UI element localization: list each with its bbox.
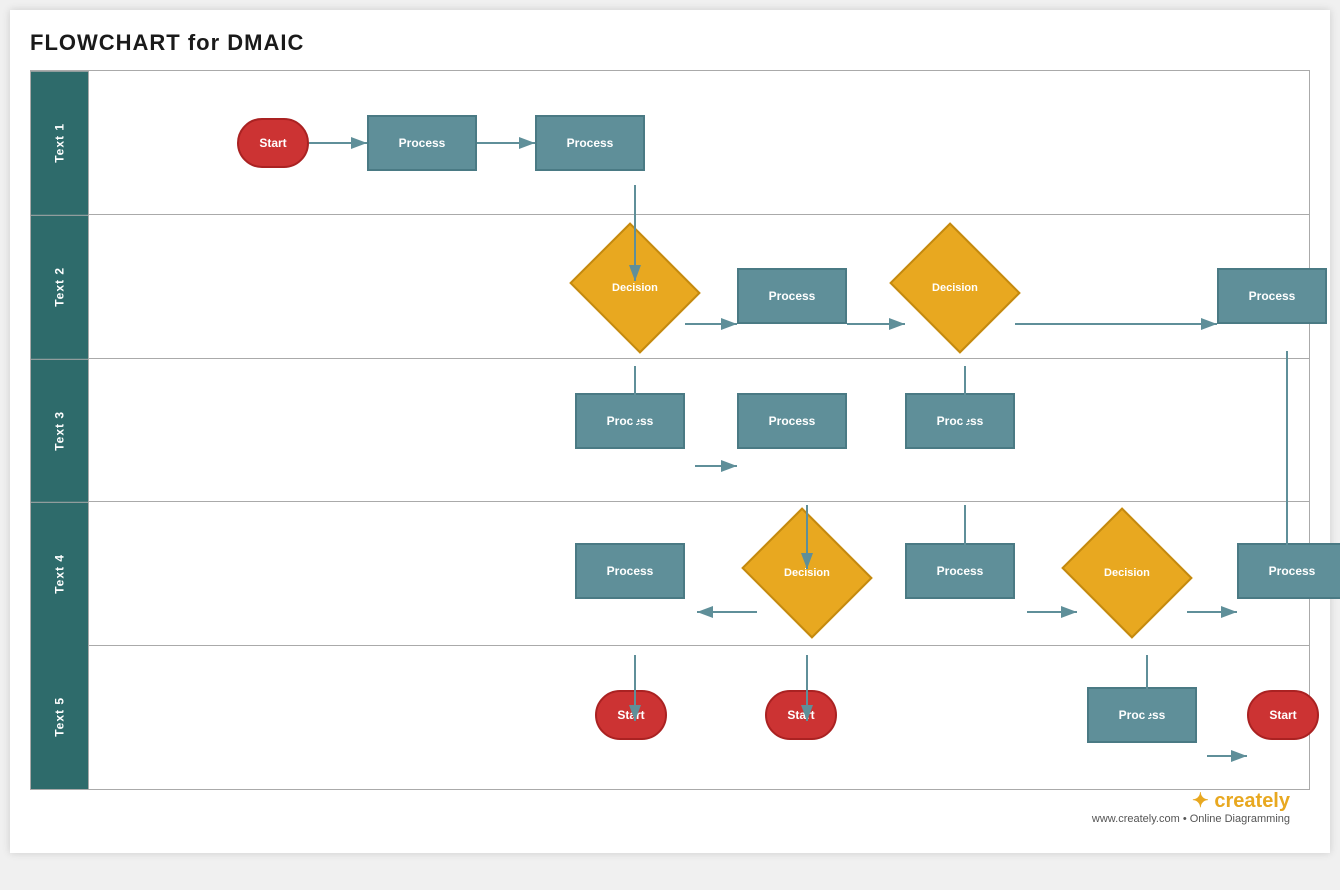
row-5: Start Start Process Start [89, 646, 1309, 789]
page-title: FLOWCHART for DMAIC [30, 30, 1310, 56]
process-shape-11: Process [1087, 687, 1197, 743]
brand-name: ✦ creately [10, 788, 1290, 813]
start-shape-1: Start [237, 118, 309, 168]
tagline: www.creately.com • Online Diagramming [10, 813, 1290, 825]
main-area: Start Process Process Decision [89, 71, 1309, 789]
sidebar-row-5: Text 5 [31, 646, 88, 789]
chart-container: Text 1 Text 2 Text 3 Text 4 Text 5 [30, 70, 1310, 790]
start-shape-4: Start [1247, 690, 1319, 740]
process-shape-3: Process [737, 268, 847, 324]
sidebar-row-2: Text 2 [31, 215, 88, 359]
process-shape-4: Process [1217, 268, 1327, 324]
process-shape-8: Process [575, 543, 685, 599]
start-shape-2: Start [595, 690, 667, 740]
sidebar-row-3: Text 3 [31, 359, 88, 503]
process-shape-7: Process [905, 393, 1015, 449]
process-shape-6: Process [737, 393, 847, 449]
sidebar: Text 1 Text 2 Text 3 Text 4 Text 5 [31, 71, 89, 789]
process-shape-5: Process [575, 393, 685, 449]
decision-shape-3: Decision [741, 508, 873, 640]
page: FLOWCHART for DMAIC Text 1 Text 2 Text 3… [10, 10, 1330, 853]
process-shape-2: Process [535, 115, 645, 171]
row-1: Start Process Process [89, 71, 1309, 215]
decision-shape-2: Decision [889, 222, 1021, 354]
decision-shape-4: Decision [1061, 508, 1193, 640]
sidebar-row-1: Text 1 [31, 71, 88, 215]
row-4: Process Decision Process Decision Proces… [89, 502, 1309, 646]
row-3: Process Process Process [89, 359, 1309, 503]
process-shape-10: Process [1237, 543, 1340, 599]
row-2: Decision Process Decision Process [89, 215, 1309, 359]
process-shape-1: Process [367, 115, 477, 171]
sidebar-row-4: Text 4 [31, 502, 88, 646]
process-shape-9: Process [905, 543, 1015, 599]
start-shape-3: Start [765, 690, 837, 740]
decision-shape-1: Decision [569, 222, 701, 354]
creately-logo: ✦ creately www.creately.com • Online Dia… [10, 788, 1290, 825]
